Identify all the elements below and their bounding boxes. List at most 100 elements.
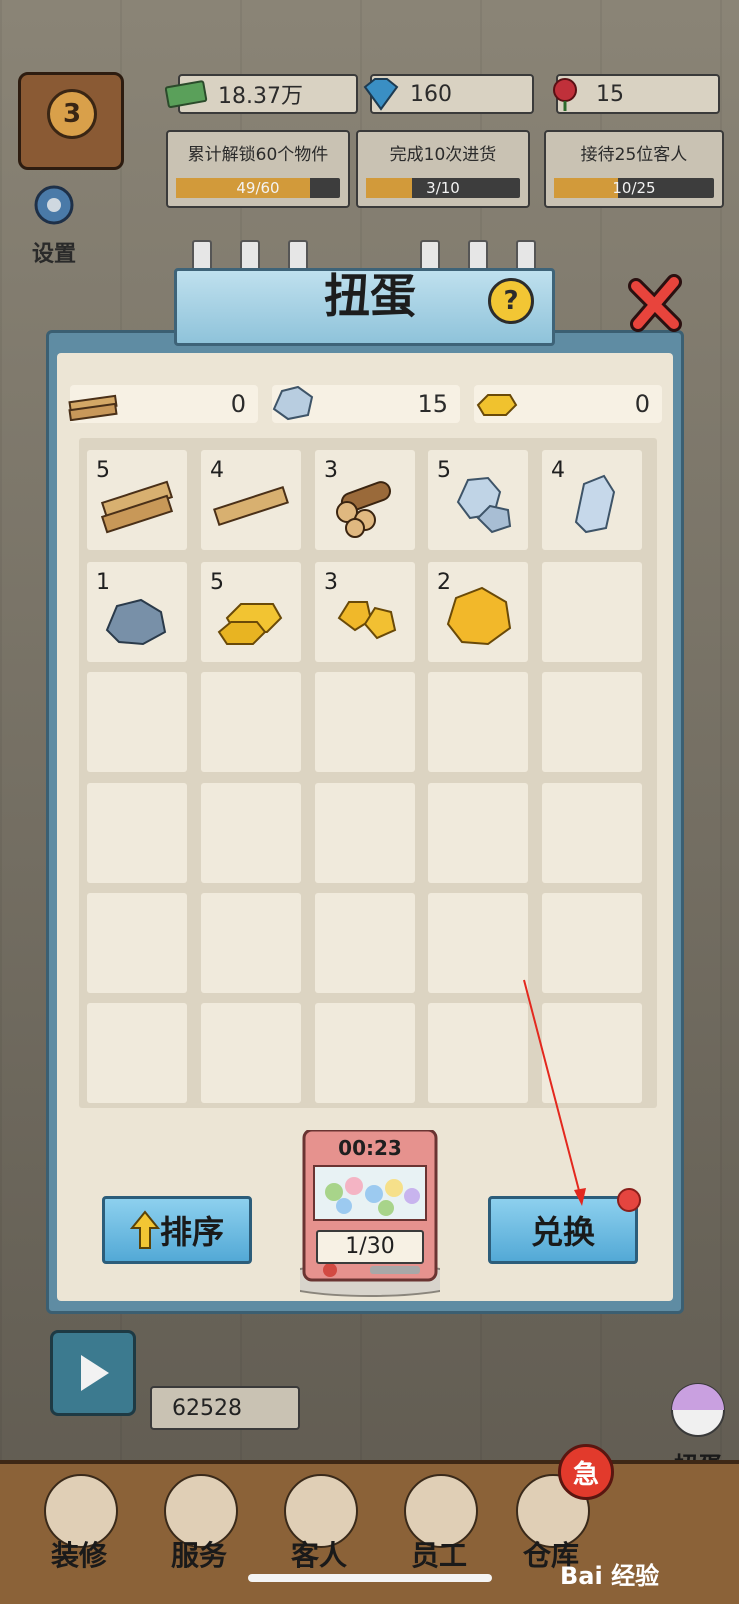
task-progress-bar: 49/60 — [176, 178, 340, 198]
cash-icon — [164, 75, 210, 113]
gacha-timer: 00:23 — [338, 1136, 402, 1160]
help-button[interactable]: ? — [488, 278, 534, 324]
tab-staff[interactable]: 员工 — [380, 1470, 498, 1588]
gacha-count: 1/30 — [316, 1230, 424, 1264]
item-count: 3 — [324, 570, 338, 595]
item-count: 5 — [437, 458, 451, 483]
inventory-slot-empty[interactable] — [87, 672, 187, 772]
settings-label: 设置 — [31, 242, 76, 267]
wood-count: 0 — [230, 390, 246, 418]
inventory-slot[interactable]: 3 — [315, 562, 415, 662]
stone-icon — [266, 381, 324, 425]
inventory-slot-empty[interactable] — [428, 1003, 528, 1103]
notification-dot — [617, 1188, 641, 1212]
tab-label: 客人 — [290, 1539, 347, 1572]
tab-label: 服务 — [170, 1539, 227, 1572]
gacha-machine[interactable]: 00:23 1/30 — [300, 1130, 440, 1298]
inventory-slot-empty[interactable] — [201, 783, 301, 883]
tab-service[interactable]: 服务 — [140, 1470, 258, 1588]
inventory-slot-empty[interactable] — [315, 783, 415, 883]
inventory-slot-empty[interactable] — [315, 672, 415, 772]
task-card-unlock: 累计解锁60个物件 49/60 — [166, 130, 350, 208]
inventory-slot-empty[interactable] — [87, 893, 187, 993]
inventory-slot-empty[interactable] — [201, 1003, 301, 1103]
urgent-badge: 急 — [558, 1444, 614, 1500]
modal-title: 扭蛋 — [324, 269, 416, 323]
bottom-money-value: 62528 — [172, 1395, 242, 1421]
gold-bar-icon — [468, 381, 526, 425]
close-button[interactable] — [628, 274, 686, 332]
rose-icon — [542, 75, 588, 113]
inventory-slot-empty[interactable] — [315, 1003, 415, 1103]
inventory-slot-empty[interactable] — [542, 562, 642, 662]
inventory-slot-empty[interactable] — [315, 893, 415, 993]
watermark: Bai 经验 — [560, 1562, 660, 1590]
item-count: 5 — [210, 570, 224, 595]
inventory-slot[interactable]: 4 — [542, 450, 642, 550]
inventory-slot-empty[interactable] — [201, 672, 301, 772]
diamond-display: 160 — [363, 74, 534, 114]
cash-value: 18.37万 — [218, 84, 303, 109]
sort-button[interactable]: 排序 — [102, 1196, 252, 1264]
level-badge[interactable]: 3 — [18, 72, 124, 170]
question-icon: ? — [503, 286, 519, 316]
task-card-guests: 接待25位客人 10/25 — [544, 130, 724, 208]
item-count: 2 — [437, 570, 451, 595]
tab-label: 员工 — [410, 1539, 467, 1572]
tab-decorate[interactable]: 装修 — [20, 1470, 138, 1588]
inventory-slot[interactable]: 4 — [201, 450, 301, 550]
level-number: 3 — [47, 89, 97, 139]
inventory-slot[interactable]: 2 — [428, 562, 528, 662]
task-progress-bar: 10/25 — [554, 178, 714, 198]
home-indicator[interactable] — [248, 1574, 492, 1582]
task-label: 完成10次进货 — [389, 145, 497, 165]
tab-label: 装修 — [50, 1539, 107, 1572]
cash-display: 18.37万 — [165, 74, 358, 114]
up-arrow-icon — [129, 1210, 160, 1249]
exchange-button[interactable]: 兑换 — [488, 1196, 638, 1264]
inventory-slot-empty[interactable] — [542, 783, 642, 883]
task-progress-text: 49/60 — [236, 179, 280, 197]
item-count: 3 — [324, 458, 338, 483]
play-icon — [81, 1355, 109, 1391]
video-ad-button[interactable] — [50, 1330, 136, 1416]
task-label: 累计解锁60个物件 — [187, 145, 329, 165]
diamond-icon — [356, 75, 402, 113]
inventory-slot[interactable]: 3 — [315, 450, 415, 550]
inventory-slot-empty[interactable] — [87, 783, 187, 883]
task-label: 接待25位客人 — [580, 145, 688, 165]
task-card-restock: 完成10次进货 3/10 — [356, 130, 530, 208]
item-count: 1 — [96, 570, 110, 595]
tab-customers[interactable]: 客人 — [260, 1470, 378, 1588]
task-progress-bar: 3/10 — [366, 178, 520, 198]
inventory-slot[interactable]: 5 — [87, 450, 187, 550]
rose-display: 15 — [553, 74, 720, 114]
item-count: 4 — [210, 458, 224, 483]
wood-plank-icon — [64, 381, 122, 425]
inventory-slot-empty[interactable] — [428, 893, 528, 993]
inventory-slot-empty[interactable] — [201, 893, 301, 993]
inventory-slot[interactable]: 5 — [201, 562, 301, 662]
inventory-slot[interactable]: 5 — [428, 450, 528, 550]
task-progress-text: 10/25 — [612, 179, 656, 197]
task-progress-text: 3/10 — [426, 179, 460, 197]
settings-button[interactable]: 设置 — [22, 180, 86, 268]
bottom-money-display: 62528 — [150, 1386, 300, 1430]
item-count: 5 — [96, 458, 110, 483]
stone-counter: 15 — [272, 385, 460, 423]
inventory-slot[interactable]: 1 — [87, 562, 187, 662]
gold-count: 0 — [634, 390, 650, 418]
stone-count: 15 — [417, 390, 448, 418]
inventory-slot-empty[interactable] — [428, 783, 528, 883]
close-icon — [628, 274, 682, 332]
inventory-slot-empty[interactable] — [542, 893, 642, 993]
inventory-slot-empty[interactable] — [428, 672, 528, 772]
inventory-slot-empty[interactable] — [87, 1003, 187, 1103]
inventory-slot-empty[interactable] — [542, 672, 642, 772]
inventory-slot-empty[interactable] — [542, 1003, 642, 1103]
exchange-label: 兑换 — [530, 1213, 595, 1251]
item-count: 4 — [551, 458, 565, 483]
gold-counter: 0 — [474, 385, 662, 423]
gacha-ball-icon — [671, 1383, 725, 1437]
diamond-value: 160 — [410, 81, 452, 107]
